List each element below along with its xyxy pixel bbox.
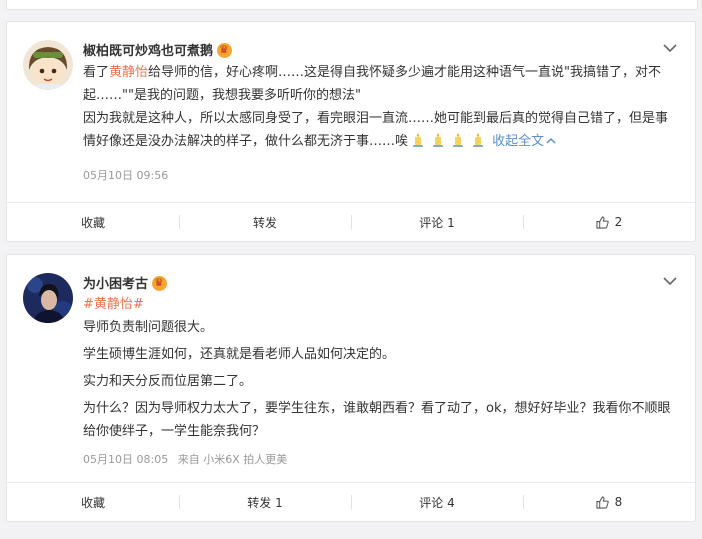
hashtag-link[interactable]: #黄静怡# (83, 297, 144, 312)
post-action-bar: 收藏 转发 评论 1 2 (7, 202, 695, 241)
comment-button[interactable]: 评论 1 (351, 203, 523, 241)
post-action-bar: 收藏 转发 1 评论 4 8 (7, 482, 695, 521)
post-timestamp[interactable]: 05月10日 09:56 (83, 169, 168, 182)
repost-button[interactable]: 转发 (179, 203, 351, 241)
candle-emoji (453, 133, 464, 147)
post-text: #黄静怡# 导师负责制问题很大。 学生硕博生涯如何，还真就是看老师人品如何决定的… (83, 293, 679, 443)
post-paragraph: 为什么？因为导师权力太大了，要学生往东，谁敢朝西看？看了动了，ok，想好好毕业？… (83, 401, 671, 439)
post-meta: 05月10日 08:05 来自 小米6X 拍人更美 (83, 451, 293, 467)
post-meta: 05月10日 09:56 (83, 167, 174, 183)
post-paragraph: #黄静怡# (83, 293, 679, 316)
repost-button[interactable]: 转发 1 (179, 483, 351, 521)
post-paragraph: 学生硕博生涯如何，还真就是看老师人品如何决定的。 (83, 347, 396, 362)
favorite-button[interactable]: 收藏 (7, 483, 179, 521)
post-text: 看了黄静怡给导师的信，好心疼啊……这是得自我怀疑多少遍才能用这种语气一直说"我搞… (83, 61, 679, 153)
chevron-down-icon[interactable] (663, 43, 677, 53)
post-paragraph: 导师负责制问题很大。 (83, 320, 214, 335)
user-mention-link[interactable]: 黄静怡 (109, 65, 148, 80)
feed-post-card: 为小困考古 #黄静怡# 导师负责制问题很大。 学生硕博生涯如何，还真就是看老师人… (6, 254, 696, 522)
feed-post-card: 椒柏既可炒鸡也可煮鹅 看了黄静怡给导师的信，好心疼啊……这是得自我怀疑多少遍才能… (6, 21, 696, 242)
post-paragraph: 实力和天分反而位居第二了。 (83, 374, 253, 389)
collapse-link[interactable]: 收起全文 (492, 134, 556, 149)
candle-emoji (413, 133, 424, 147)
thumbs-up-icon (596, 495, 609, 509)
like-button[interactable]: 8 (523, 483, 695, 521)
previous-post-card-edge (6, 0, 698, 10)
post-source[interactable]: 来自 小米6X 拍人更美 (178, 453, 288, 466)
candle-emoji (473, 133, 484, 147)
avatar[interactable] (23, 40, 73, 90)
crown-icon (217, 42, 233, 58)
candle-emoji (433, 133, 444, 147)
thumbs-up-icon (596, 215, 609, 229)
post-timestamp[interactable]: 05月10日 08:05 (83, 453, 168, 466)
comment-button[interactable]: 评论 4 (351, 483, 523, 521)
crown-icon (152, 275, 168, 291)
post-paragraph: 因为我就是这种人，所以太感同身受了，看完眼泪一直流……她可能到最后真的觉得自己错… (83, 111, 669, 149)
chevron-down-icon[interactable] (663, 276, 677, 286)
avatar[interactable] (23, 273, 73, 323)
favorite-button[interactable]: 收藏 (7, 203, 179, 241)
post-username[interactable]: 为小困考古 (83, 273, 168, 292)
post-paragraph: 看了黄静怡给导师的信，好心疼啊……这是得自我怀疑多少遍才能用这种语气一直说"我搞… (83, 65, 662, 103)
chevron-up-icon (546, 137, 556, 144)
post-username[interactable]: 椒柏既可炒鸡也可煮鹅 (83, 40, 233, 59)
like-button[interactable]: 2 (523, 203, 695, 241)
